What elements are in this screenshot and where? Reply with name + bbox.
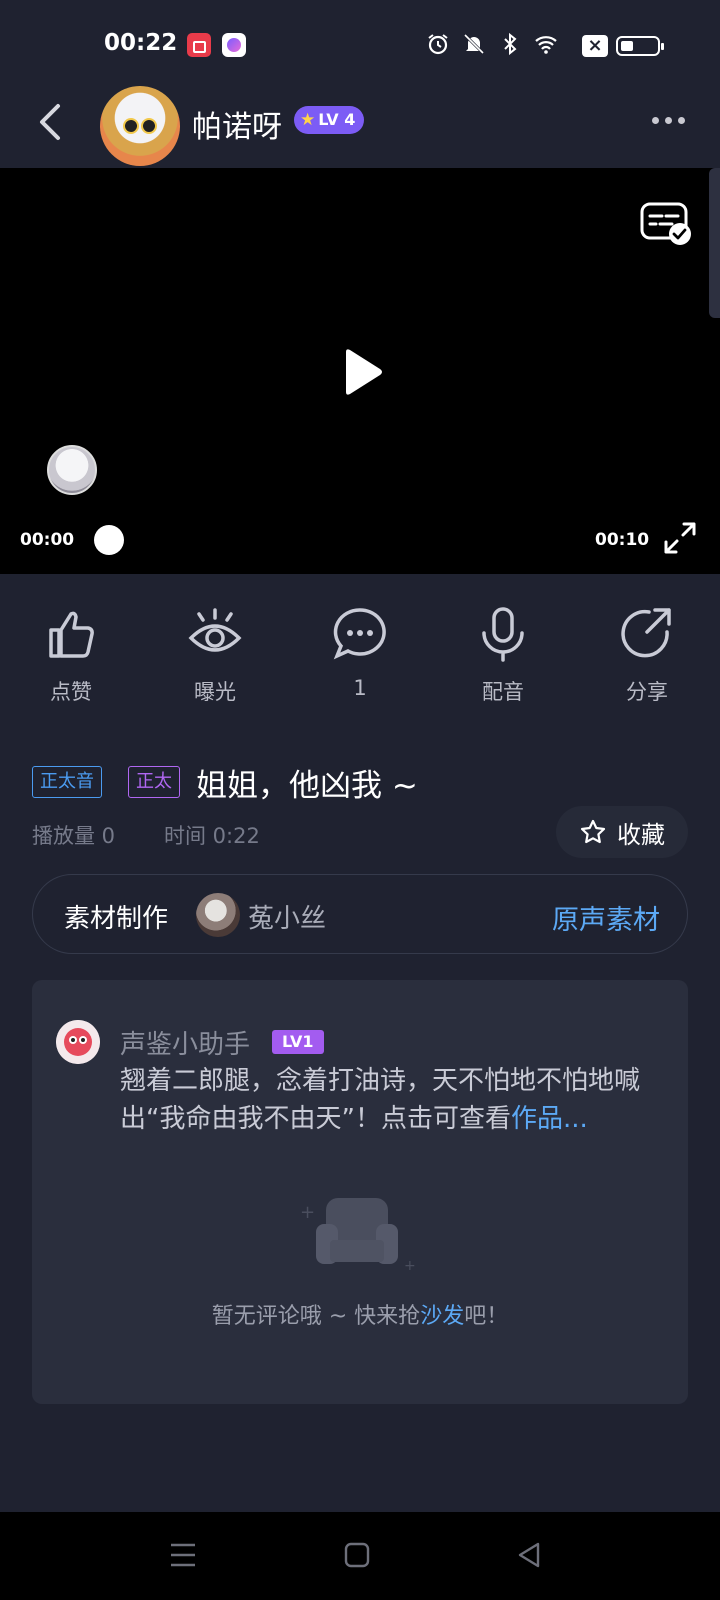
share-button[interactable]: 分享 (597, 606, 697, 706)
avatar[interactable] (100, 86, 180, 166)
share-label: 分享 (626, 680, 668, 704)
tag-voice-type[interactable]: 正太音 (32, 766, 102, 798)
sofa-icon: + + (300, 1198, 416, 1274)
battery-icon (616, 36, 664, 56)
dub-button[interactable]: 配音 (453, 606, 553, 706)
bluetooth-icon (504, 32, 517, 56)
fullscreen-icon[interactable] (662, 520, 698, 556)
microphone-icon (482, 607, 524, 662)
author-avatar[interactable] (196, 893, 240, 937)
exposure-button[interactable]: 曝光 (165, 606, 265, 706)
comment-count: 1 (353, 676, 367, 700)
dot (678, 116, 685, 124)
bot-name[interactable]: 声鉴小助手 (120, 1024, 250, 1061)
progress-track[interactable] (108, 538, 578, 542)
menu-icon[interactable] (168, 1540, 198, 1570)
more-button[interactable] (652, 110, 692, 130)
scroll-handle[interactable] (709, 168, 720, 318)
wifi-icon (535, 36, 557, 54)
exposure-label: 曝光 (194, 680, 236, 704)
empty-text-suffix: 吧！ (464, 1304, 509, 1329)
bot-message-link[interactable]: 作品... (511, 1104, 588, 1134)
video-avatar (47, 445, 97, 495)
app-icon (222, 33, 246, 57)
favorite-label: 收藏 (617, 820, 665, 849)
level-text: LV 4 (318, 110, 356, 129)
dot (652, 116, 659, 124)
status-icons (426, 32, 558, 56)
empty-comments-text: 暂无评论哦 ~ 快来抢沙发吧！ (0, 1298, 720, 1330)
subtitle-icon[interactable] (640, 202, 692, 246)
share-icon (621, 608, 671, 658)
play-button[interactable] (340, 348, 384, 398)
mute-icon (463, 33, 485, 55)
back-nav-icon[interactable] (514, 1540, 544, 1570)
home-icon[interactable] (342, 1540, 372, 1570)
like-label: 点赞 (50, 680, 92, 704)
bot-level-badge: LV1 (272, 1030, 324, 1054)
empty-text-prefix: 暂无评论哦 ~ 快来抢 (211, 1304, 421, 1329)
material-author[interactable]: 菟小丝 (248, 898, 326, 935)
x-icon: × (582, 35, 608, 57)
comment-icon (333, 608, 386, 660)
level-badge: ★ LV 4 (294, 106, 365, 134)
svg-text:+: + (300, 1202, 315, 1223)
progress-knob[interactable] (94, 525, 124, 555)
alarm-icon (428, 34, 448, 55)
post-time: 时间 0:22 (164, 824, 260, 848)
star-icon: ★ (300, 110, 316, 130)
eye-icon (188, 608, 242, 652)
status-time: 00:22 (104, 30, 178, 56)
bot-avatar[interactable] (56, 1020, 100, 1064)
star-outline-icon (580, 819, 606, 844)
like-button[interactable]: 点赞 (21, 606, 121, 706)
sofa-link[interactable]: 沙发 (420, 1304, 464, 1329)
comment-button[interactable]: 1 (310, 606, 410, 700)
bot-message[interactable]: 翘着二郎腿，念着打油诗，天不怕地不怕地喊出“我命由我不由天”！点击可查看作品..… (120, 1062, 660, 1138)
time-total: 00:10 (595, 530, 650, 550)
material-label: 素材制作 (64, 904, 169, 934)
dub-label: 配音 (482, 680, 524, 704)
dot (665, 116, 672, 124)
original-material-link[interactable]: 原声素材 (552, 898, 660, 937)
post-title: 姐姐，他凶我 ~ (196, 768, 418, 804)
tag-role[interactable]: 正太 (128, 766, 180, 798)
time-current: 00:00 (20, 530, 75, 550)
username[interactable]: 帕诺呀 (192, 102, 282, 146)
play-count: 播放量 0 (32, 824, 116, 848)
back-button[interactable] (30, 100, 70, 144)
thumbs-up-icon (49, 611, 94, 658)
screen-record-icon (187, 33, 211, 57)
favorite-button[interactable]: 收藏 (556, 806, 688, 858)
avatar-glasses-icon (123, 118, 157, 134)
svg-text:+: + (404, 1258, 416, 1274)
